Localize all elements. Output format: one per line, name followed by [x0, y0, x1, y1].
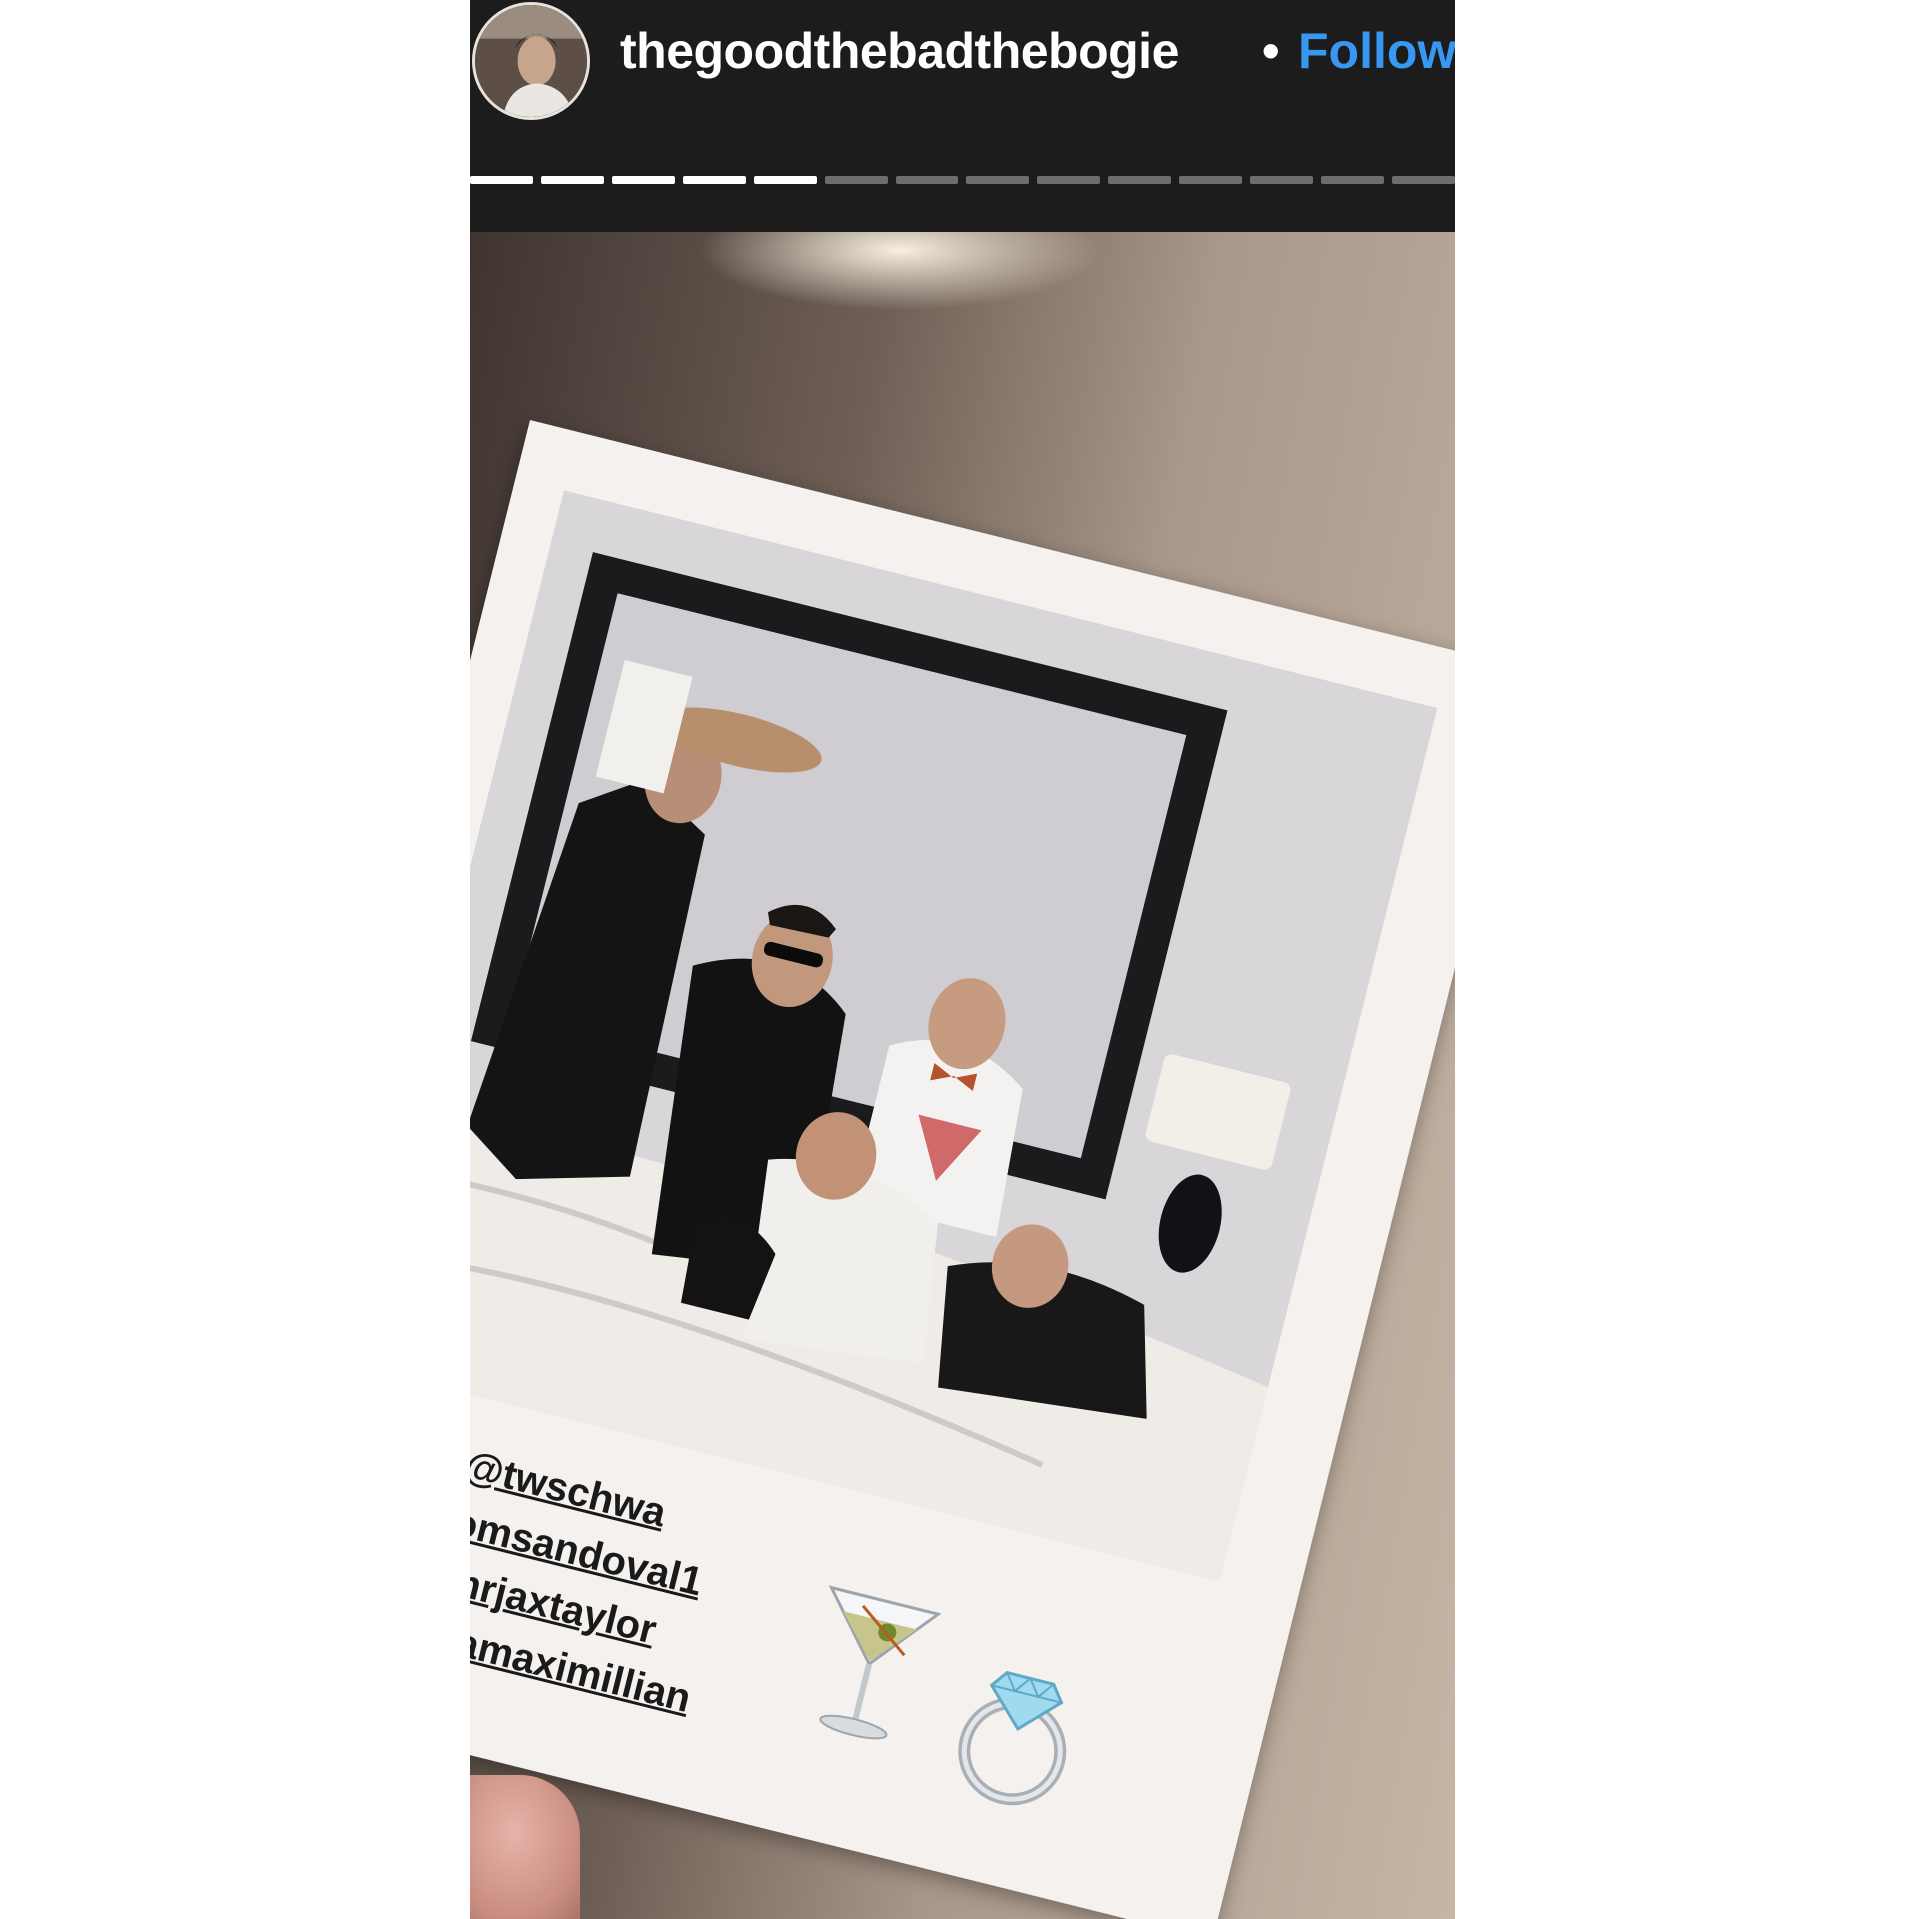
progress-segment — [1391, 176, 1455, 184]
progress-segment — [1179, 176, 1243, 184]
story-progress-bar — [470, 176, 1455, 184]
polaroid-image — [470, 490, 1438, 1582]
story-header: thegoodthebadthebogie • Follow — [470, 0, 1455, 232]
diamond-ring-icon — [958, 1671, 1067, 1806]
progress-segment — [753, 176, 817, 184]
story-username[interactable]: thegoodthebadthebogie — [620, 22, 1179, 80]
progress-segment — [611, 176, 675, 184]
progress-segment — [540, 176, 604, 184]
group-photo-illustration — [470, 490, 1438, 1582]
progress-segment — [1037, 176, 1101, 184]
separator-dot: • — [1262, 23, 1280, 79]
sticker-group — [771, 1574, 1169, 1855]
progress-segment — [682, 176, 746, 184]
caption-tags: @twschwa @tomsandoval1 @mrjaxtaylor @iss… — [470, 1410, 739, 1728]
thumb-finger — [470, 1775, 580, 1919]
avatar-image — [475, 5, 587, 117]
progress-segment — [895, 176, 959, 184]
progress-segment — [470, 176, 533, 184]
progress-segment — [1108, 176, 1172, 184]
progress-segment — [1321, 176, 1384, 184]
progress-segment — [966, 176, 1030, 184]
profile-avatar[interactable] — [472, 2, 590, 120]
progress-segment — [1250, 176, 1314, 184]
follow-button[interactable]: Follow — [1298, 22, 1455, 80]
progress-segment — [824, 176, 888, 184]
story-viewer[interactable]: thegoodthebadthebogie • Follow @twschwa … — [470, 0, 1455, 1919]
martini-glass-icon — [819, 1585, 942, 1740]
